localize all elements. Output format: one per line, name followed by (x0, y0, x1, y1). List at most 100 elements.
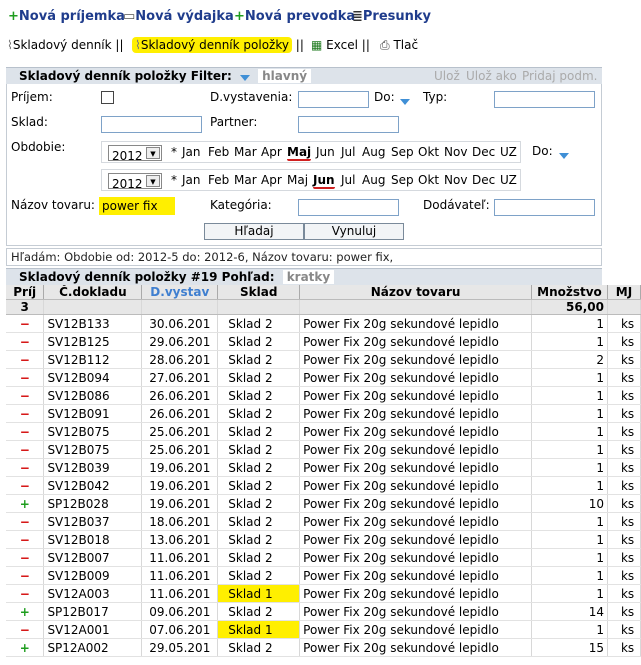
table-row[interactable]: − SV12A003 11.06.201 Sklad 1 Power Fix 20g s… (6, 584, 641, 603)
chevron-down-icon[interactable] (400, 94, 410, 108)
month-feb[interactable]: Feb (208, 173, 229, 187)
chevron-down-icon[interactable] (559, 148, 569, 162)
new-transfer-link[interactable]: +Nová prevodka (234, 9, 355, 24)
table-row[interactable]: − SV12B125 29.06.201 Sklad 2 Power Fix 20g s… (6, 332, 641, 351)
table-row[interactable]: − SV12B009 11.06.201 Sklad 2 Power Fix 20g s… (6, 566, 641, 585)
table-row[interactable]: − SV12B018 13.06.201 Sklad 2 Power Fix 20g s… (6, 530, 641, 549)
all-months-link[interactable]: * (171, 173, 177, 187)
nazov-input[interactable]: power fix (99, 197, 175, 215)
store-cell: Sklad 2 (217, 440, 301, 459)
unit-cell: ks (607, 440, 641, 459)
month-maj[interactable]: Maj (287, 173, 308, 187)
month-jun[interactable]: Jun (316, 145, 335, 159)
month-nov[interactable]: Nov (444, 145, 467, 159)
month-mar[interactable]: Mar (234, 145, 257, 159)
typ-label: Typ: (423, 90, 448, 104)
month-mar[interactable]: Mar (234, 173, 257, 187)
excel-icon: ▦ (311, 38, 323, 52)
search-button[interactable]: Hľadaj (204, 223, 304, 240)
table-row[interactable]: + SP12B017 09.06.201 Sklad 2 Power Fix 20g s… (6, 602, 641, 621)
month-jul[interactable]: Jul (341, 145, 355, 159)
table-row[interactable]: − SV12B007 11.06.201 Sklad 2 Power Fix 20g s… (6, 548, 641, 567)
print-link[interactable]: ⎙ Tlač (380, 38, 418, 53)
product-name-cell: Power Fix 20g sekundové lepidlo (299, 512, 532, 531)
month-sep[interactable]: Sep (391, 173, 414, 187)
table-row[interactable]: − SV12B086 26.06.201 Sklad 2 Power Fix 20g s… (6, 386, 641, 405)
save-link[interactable]: Ulož (434, 69, 460, 83)
prijem-checkbox[interactable] (101, 91, 114, 104)
table-row[interactable]: − SV12B133 30.06.201 Sklad 2 Power Fix 20g s… (6, 314, 641, 333)
col-header-qty[interactable]: Množstvo (531, 285, 608, 300)
store-cell: Sklad 2 (217, 530, 301, 549)
month-sep[interactable]: Sep (391, 145, 414, 159)
month-feb[interactable]: Feb (208, 145, 229, 159)
month-dec[interactable]: Dec (472, 145, 495, 159)
col-header-doc[interactable]: Č.dokladu (43, 285, 143, 300)
printer-icon: ⎙ (380, 38, 390, 52)
stock-log-link[interactable]: ⌇Skladový denník || (7, 38, 124, 52)
month-dec[interactable]: Dec (472, 173, 495, 187)
doc-number-cell: SV12B086 (43, 386, 143, 405)
obdobie-label: Obdobie: (11, 140, 66, 154)
excel-link[interactable]: ▦ Excel || (311, 38, 370, 52)
col-header-name[interactable]: Názov tovaru (299, 285, 532, 300)
month-jul[interactable]: Jul (341, 173, 355, 187)
table-row[interactable]: − SV12B094 27.06.201 Sklad 2 Power Fix 20g s… (6, 368, 641, 387)
month-apr[interactable]: Apr (261, 173, 282, 187)
unit-cell: ks (607, 530, 641, 549)
new-receipt-link[interactable]: +Nová príjemka (8, 9, 125, 24)
col-header-store[interactable]: Sklad (217, 285, 301, 300)
table-row[interactable]: + SP12A002 29.05.201 Sklad 2 Power Fix 20g s… (6, 638, 641, 657)
grid-view-name[interactable]: kratky (282, 270, 335, 284)
col-header-date[interactable]: D.vystav (141, 285, 219, 300)
type-cell: + (6, 494, 45, 513)
dodavatel-input[interactable] (494, 199, 595, 216)
col-header-mj[interactable]: MJ (607, 285, 641, 300)
add-condition-link[interactable]: Pridaj podm. (522, 69, 598, 83)
new-issue-link[interactable]: ▭Nová výdajka (123, 9, 234, 24)
all-months-link[interactable]: * (171, 145, 177, 159)
table-row[interactable]: − SV12B075 25.06.201 Sklad 2 Power Fix 20g s… (6, 440, 641, 459)
table-row[interactable]: − SV12B039 19.06.201 Sklad 2 Power Fix 20g s… (6, 458, 641, 477)
typ-input[interactable] (494, 91, 595, 108)
table-row[interactable]: − SV12B091 26.06.201 Sklad 2 Power Fix 20g s… (6, 404, 641, 423)
month-aug[interactable]: Aug (362, 173, 385, 187)
year-from-select[interactable]: 2012 ▼ (108, 145, 162, 163)
kategoria-input[interactable] (298, 199, 399, 216)
month-jun-selected[interactable]: Jun (313, 173, 335, 189)
date-cell: 19.06.201 (141, 494, 219, 513)
month-okt[interactable]: Okt (418, 145, 439, 159)
month-uz[interactable]: UZ (500, 145, 517, 159)
reset-button[interactable]: Vynuluj (304, 223, 404, 240)
store-cell: Sklad 2 (217, 548, 301, 567)
table-row[interactable]: − SV12B037 18.06.201 Sklad 2 Power Fix 20g s… (6, 512, 641, 531)
col-header-prij[interactable]: Príj (6, 285, 45, 300)
dvystavenia-from-input[interactable] (298, 91, 369, 108)
month-jan[interactable]: Jan (182, 173, 201, 187)
table-row[interactable]: + SP12B028 19.06.201 Sklad 2 Power Fix 20g s… (6, 494, 641, 513)
month-nov[interactable]: Nov (444, 173, 467, 187)
month-okt[interactable]: Okt (418, 173, 439, 187)
month-apr[interactable]: Apr (261, 145, 282, 159)
save-as-link[interactable]: Ulož ako (466, 69, 517, 83)
month-maj-selected[interactable]: Maj (287, 145, 312, 161)
stock-log-items-link[interactable]: ⌇Skladový denník položky || (132, 37, 304, 53)
product-name-cell: Power Fix 20g sekundové lepidlo (299, 620, 532, 639)
month-uz[interactable]: UZ (500, 173, 517, 187)
table-row[interactable]: − SV12B112 28.06.201 Sklad 2 Power Fix 20g s… (6, 350, 641, 369)
month-jan[interactable]: Jan (182, 145, 201, 159)
table-row[interactable]: − SV12B042 19.06.201 Sklad 2 Power Fix 20g s… (6, 476, 641, 495)
month-aug[interactable]: Aug (362, 145, 385, 159)
chevron-down-icon: ▼ (146, 147, 160, 159)
table-row[interactable]: − SV12B075 25.06.201 Sklad 2 Power Fix 20g s… (6, 422, 641, 441)
grid-header: Skladový denník položky #19 Pohľad: krat… (6, 268, 602, 285)
table-row[interactable]: − SV12A001 07.06.201 Sklad 1 Power Fix 20g s… (6, 620, 641, 639)
year-to-select[interactable]: 2012 ▼ (108, 173, 162, 191)
chevron-down-icon[interactable] (239, 69, 250, 85)
product-name-cell: Power Fix 20g sekundové lepidlo (299, 422, 532, 441)
partner-input[interactable] (298, 116, 399, 133)
store-cell: Sklad 2 (217, 512, 301, 531)
product-name-cell: Power Fix 20g sekundové lepidlo (299, 404, 532, 423)
sklad-input[interactable] (101, 116, 202, 133)
transfers-link[interactable]: ≣Presunky (352, 9, 431, 24)
